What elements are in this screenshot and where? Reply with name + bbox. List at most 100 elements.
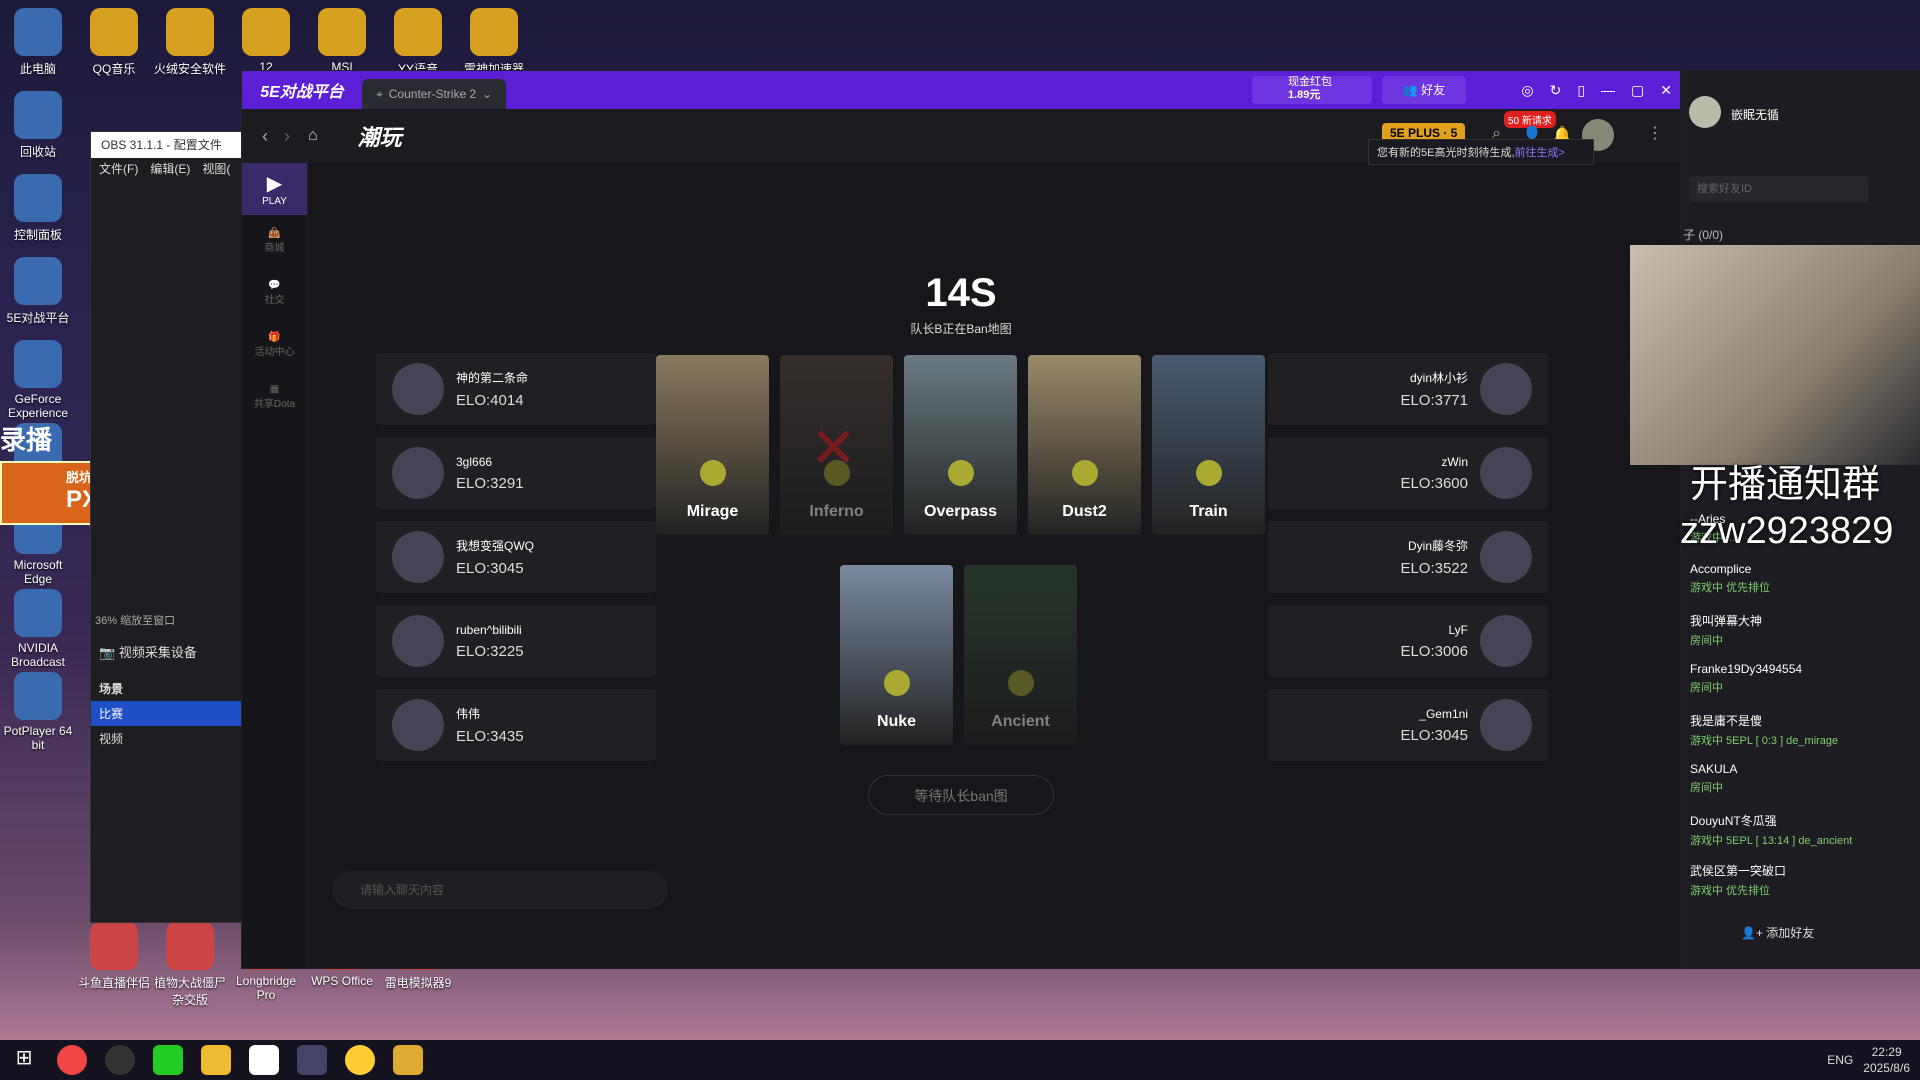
obs-scene-video[interactable]: 视频 <box>91 726 241 751</box>
lang-indicator[interactable]: ENG <box>1827 1053 1853 1067</box>
sidebar-item-dota[interactable]: ▦ 共享Dota <box>242 371 307 423</box>
player-info: _Gem1ni ELO:3045 <box>1400 707 1468 744</box>
map-card[interactable]: ✕ Inferno <box>780 355 893 535</box>
sidebar-item-store[interactable]: 👜 商城 <box>242 215 307 267</box>
desktop-icon-label: 火绒安全软件 <box>153 62 226 76</box>
close-icon[interactable]: ✕ <box>1660 82 1672 99</box>
wait-ban-button[interactable]: 等待队长ban图 <box>868 775 1054 815</box>
cs2-taskbar-icon[interactable] <box>393 1045 423 1075</box>
desktop-icon[interactable]: 此电脑 <box>0 8 76 77</box>
home-icon[interactable]: ⌂ <box>308 127 318 145</box>
5e-app-window[interactable]: 5E对战平台 ⌖ Counter-Strike 2 ⌄ 现金红包 1.89元 👥 好友… <box>241 70 1681 969</box>
friend-item[interactable]: SAKULA 房间中 <box>1690 762 1910 810</box>
obs-icon[interactable] <box>105 1045 135 1075</box>
app-icon <box>14 91 62 139</box>
5e-icon[interactable] <box>297 1045 327 1075</box>
obs-menu-view[interactable]: 视图( <box>202 158 230 180</box>
obs-menu-file[interactable]: 文件(F) <box>99 158 138 180</box>
desktop-icon[interactable]: 植物大战僵尸杂交版 <box>152 922 228 1008</box>
friend-item[interactable]: Accomplice 游戏中 优先排位 <box>1690 562 1910 610</box>
player-card[interactable]: 3gl666 ELO:3291 <box>376 437 656 509</box>
player-card[interactable]: 伟伟 ELO:3435 <box>376 689 656 761</box>
player-card[interactable]: _Gem1ni ELO:3045 <box>1268 689 1548 761</box>
cs2-icon: ⌖ <box>376 86 383 101</box>
chat-input[interactable]: 请输入聊天内容 <box>332 871 668 909</box>
maximize-icon[interactable]: ▢ <box>1631 82 1644 99</box>
ban-countdown: 14S <box>925 271 997 315</box>
desktop-icon[interactable]: 回收站 <box>0 91 76 160</box>
desktop-icon[interactable]: 雷神加速器 <box>456 8 532 77</box>
friend-item[interactable]: DouyuNT冬瓜强 游戏中 5EPL [ 13:14 ] de_ancient <box>1690 812 1910 860</box>
map-card[interactable]: Mirage <box>656 355 769 535</box>
map-card[interactable]: Dust2 <box>1028 355 1141 535</box>
add-friend-button[interactable]: 👤+ 添加好友 <box>1741 924 1814 941</box>
player-card[interactable]: ruben^bilibili ELO:3225 <box>376 605 656 677</box>
obs-zoom-hint[interactable]: 缩放至窗口 <box>120 615 175 627</box>
desktop-icon[interactable]: MSI <box>304 8 380 74</box>
target-icon[interactable]: ◎ <box>1521 82 1533 99</box>
avatar <box>392 699 444 751</box>
app-icon <box>470 8 518 56</box>
panel-avatar[interactable] <box>1689 96 1721 128</box>
obs-title: OBS 31.1.1 - 配置文件 <box>91 132 241 158</box>
player-card[interactable]: dyin林小衫 ELO:3771 <box>1268 353 1548 425</box>
wechat-icon[interactable] <box>153 1045 183 1075</box>
friend-status: 房间中 <box>1690 682 1723 694</box>
group-label[interactable]: 子 (0/0) <box>1683 226 1723 243</box>
friend-item[interactable]: 武侯区第一突破口 游戏中 优先排位 <box>1690 862 1910 910</box>
back-icon[interactable]: ‹ <box>262 126 268 147</box>
desktop-icon[interactable]: 控制面板 <box>0 174 76 243</box>
friend-name: DouyuNT冬瓜强 <box>1690 814 1777 828</box>
start-icon[interactable]: ⊞ <box>9 1045 39 1075</box>
player-card[interactable]: Dyin藤冬弥 ELO:3522 <box>1268 521 1548 593</box>
desktop-icon[interactable]: 5E对战平台 <box>0 257 76 326</box>
player-card[interactable]: 我想变强QWQ ELO:3045 <box>376 521 656 593</box>
qqmusic-icon[interactable] <box>345 1045 375 1075</box>
refresh-icon[interactable]: ↻ <box>1550 82 1562 99</box>
desktop-icon[interactable]: YY语音 <box>380 8 456 77</box>
friend-item[interactable]: 我叫弹幕大神 房间中 <box>1690 612 1910 660</box>
desktop-icon[interactable]: GeForce Experience <box>0 340 76 420</box>
desktop-icon[interactable]: QQ音乐 <box>76 8 152 77</box>
player-card[interactable]: 神的第二条命 ELO:4014 <box>376 353 656 425</box>
redbag-button[interactable]: 现金红包 1.89元 <box>1252 76 1372 104</box>
desktop-icon[interactable]: PotPlayer 64 bit <box>0 672 76 752</box>
app-icon[interactable] <box>249 1045 279 1075</box>
desktop-icon-label: GeForce Experience <box>7 392 69 420</box>
map-card[interactable]: Nuke <box>840 565 953 745</box>
tab-cs2[interactable]: ⌖ Counter-Strike 2 ⌄ <box>362 79 507 109</box>
player-name: 神的第二条命 <box>456 371 529 385</box>
friend-search[interactable]: 搜索好友ID <box>1689 176 1869 202</box>
desktop-icon[interactable]: 斗鱼直播伴侣 <box>76 922 152 991</box>
chrome-icon[interactable] <box>57 1045 87 1075</box>
friend-item[interactable]: 我是庸不是傻 游戏中 5EPL [ 0:3 ] de_mirage <box>1690 712 1910 760</box>
map-card[interactable]: Overpass <box>904 355 1017 535</box>
map-card[interactable]: Train <box>1152 355 1265 535</box>
more-icon[interactable]: ⋮ <box>1647 123 1663 143</box>
friend-name: Franke19Dy3494554 <box>1690 662 1803 676</box>
desktop-icon[interactable]: 火绒安全软件 <box>152 8 228 77</box>
desktop-icon[interactable]: 12 <box>228 8 304 74</box>
player-card[interactable]: LyF ELO:3006 <box>1268 605 1548 677</box>
friends-button[interactable]: 👥 好友 <box>1382 76 1466 104</box>
logo-text[interactable]: 潮玩 <box>358 120 402 152</box>
map-name: Train <box>1189 503 1228 520</box>
minimize-icon[interactable]: — <box>1601 82 1615 98</box>
obs-source[interactable]: 📷 视频采集设备 <box>99 642 197 661</box>
player-card[interactable]: zWin ELO:3600 <box>1268 437 1548 509</box>
app-brand[interactable]: 5E对战平台 <box>242 71 362 109</box>
obs-menu-edit[interactable]: 编辑(E) <box>150 158 190 180</box>
phone-icon[interactable]: ▯ <box>1577 82 1585 99</box>
map-card[interactable]: Ancient <box>964 565 1077 745</box>
map-emblem-icon <box>947 460 974 486</box>
clock[interactable]: 22:29 2025/8/6 <box>1863 1044 1910 1076</box>
forward-icon[interactable]: › <box>284 126 290 147</box>
desktop-icon[interactable]: NVIDIA Broadcast <box>0 589 76 669</box>
notice-link[interactable]: 前往生成> <box>1515 147 1565 159</box>
folder-icon[interactable] <box>201 1045 231 1075</box>
sidebar-events-label: 活动中心 <box>254 347 295 358</box>
obs-scene-match[interactable]: 比赛 <box>91 701 241 726</box>
friend-item[interactable]: Franke19Dy3494554 房间中 <box>1690 662 1910 710</box>
sidebar-item-play[interactable]: ▶ PLAY <box>242 163 307 215</box>
obs-window[interactable]: OBS 31.1.1 - 配置文件 文件(F) 编辑(E) 视图( 36% 缩放… <box>90 131 242 923</box>
